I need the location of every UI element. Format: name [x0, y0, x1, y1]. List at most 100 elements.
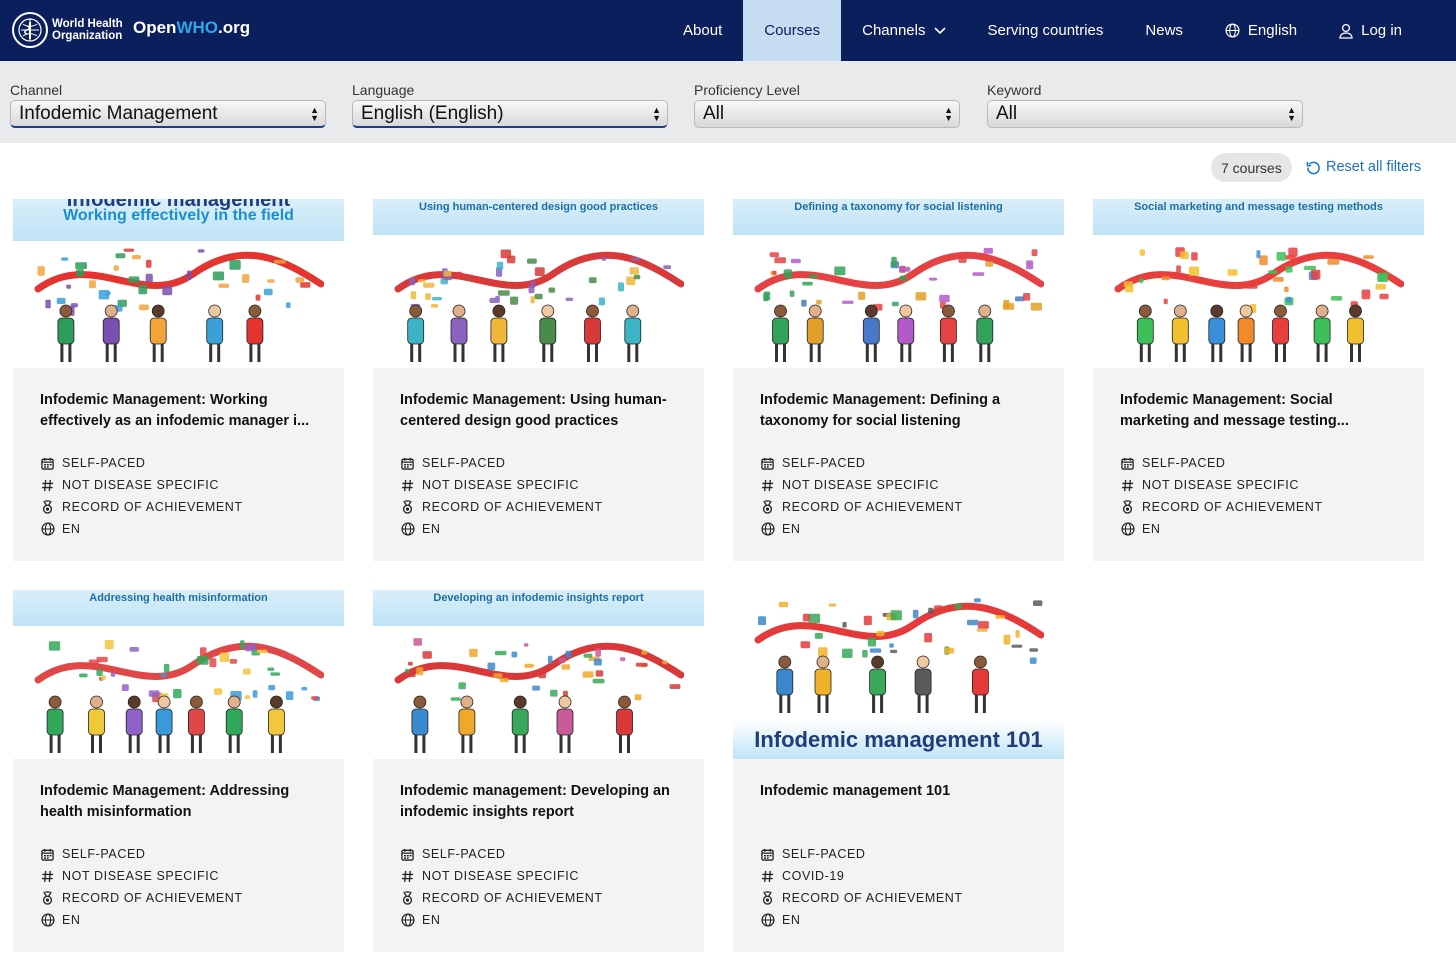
nav-about[interactable]: About: [662, 0, 743, 61]
brand-prefix: Open: [133, 18, 177, 37]
meta-award: RECORD OF ACHIEVEMENT: [40, 887, 243, 909]
meta-award: RECORD OF ACHIEVEMENT: [760, 496, 963, 518]
meta-language-text: EN: [1142, 522, 1161, 536]
filter-bar: Channel Infodemic Management ▲ ▼ Language…: [0, 61, 1456, 143]
meta-topic-text: NOT DISEASE SPECIFIC: [62, 869, 219, 883]
nav-login[interactable]: Log in: [1318, 0, 1456, 61]
keyword-filter-label: Keyword: [987, 82, 1042, 98]
language-filter-label: Language: [352, 82, 415, 98]
meta-award-text: RECORD OF ACHIEVEMENT: [422, 891, 603, 905]
chevron-down-icon: [933, 26, 946, 35]
meta-language-text: EN: [782, 522, 801, 536]
globe-icon: [760, 522, 775, 537]
meta-award: RECORD OF ACHIEVEMENT: [400, 496, 603, 518]
channel-select[interactable]: Infodemic Management ▲ ▼: [10, 100, 326, 128]
select-arrows-icon: ▲ ▼: [652, 104, 661, 123]
thumbnail-caption: Working effectively in the field: [63, 207, 294, 224]
who-logo[interactable]: World Health Organization: [12, 12, 123, 48]
globe-icon: [1120, 522, 1135, 537]
hash-icon: [400, 478, 415, 493]
meta-language: EN: [760, 518, 963, 540]
meta-pace: SELF-PACED: [400, 452, 603, 474]
meta-topic: NOT DISEASE SPECIFIC: [760, 474, 963, 496]
course-card-1[interactable]: Infodemic management Working effectively …: [13, 199, 344, 561]
course-card-2[interactable]: Using human-centered design good practic…: [373, 199, 704, 561]
proficiency-filter: Proficiency Level All ▲ ▼: [694, 82, 960, 128]
meta-topic: NOT DISEASE SPECIFIC: [400, 865, 603, 887]
course-meta: SELF-PACED NOT DISEASE SPECIFIC RECORD O…: [400, 843, 603, 931]
course-title[interactable]: Infodemic management: Developing an info…: [400, 781, 682, 823]
meta-topic: NOT DISEASE SPECIFIC: [400, 474, 603, 496]
nav-language-label: English: [1247, 22, 1298, 39]
calendar-icon: [400, 456, 415, 471]
hash-icon: [40, 869, 55, 884]
thumbnail-caption: Addressing health misinformation: [89, 592, 268, 604]
course-title[interactable]: Infodemic management 101: [760, 781, 1042, 802]
nav-news-label: News: [1145, 22, 1183, 39]
hash-icon: [400, 869, 415, 884]
course-meta: SELF-PACED COVID-19 RECORD OF ACHIEVEMEN…: [760, 843, 963, 931]
meta-award: RECORD OF ACHIEVEMENT: [760, 887, 963, 909]
reset-filters-label: Reset all filters: [1326, 159, 1422, 175]
main-nav: About Courses Channels Serving countries…: [662, 0, 1456, 61]
meta-topic: NOT DISEASE SPECIFIC: [40, 865, 243, 887]
meta-topic: NOT DISEASE SPECIFIC: [1120, 474, 1323, 496]
meta-language: EN: [400, 518, 603, 540]
globe-icon: [40, 913, 55, 928]
course-card-7[interactable]: Infodemic management 101 Infodemic manag…: [733, 590, 1064, 952]
hash-icon: [40, 478, 55, 493]
nav-channels-label: Channels: [862, 22, 926, 39]
meta-language: EN: [1120, 518, 1323, 540]
nav-news[interactable]: News: [1124, 0, 1204, 61]
course-title[interactable]: Infodemic Management: Working effectivel…: [40, 390, 322, 432]
meta-language-text: EN: [422, 913, 441, 927]
language-filter: Language English (English) ▲ ▼: [352, 82, 668, 128]
thumbnail-caption: Infodemic management 101: [754, 727, 1043, 752]
course-card-6[interactable]: Developing an infodemic insights report …: [373, 590, 704, 952]
meta-award: RECORD OF ACHIEVEMENT: [1120, 496, 1323, 518]
openwho-brand[interactable]: OpenWHO.org: [133, 18, 250, 38]
thumbnail-caption: Developing an infodemic insights report: [433, 592, 644, 604]
course-illustration: [754, 598, 1044, 713]
course-card-4[interactable]: Social marketing and message testing met…: [1093, 199, 1424, 561]
nav-language[interactable]: English: [1204, 0, 1318, 61]
calendar-icon: [760, 456, 775, 471]
course-card-5[interactable]: Addressing health misinformation Infodem…: [13, 590, 344, 952]
nav-serving-countries[interactable]: Serving countries: [967, 0, 1125, 61]
meta-award-text: RECORD OF ACHIEVEMENT: [782, 891, 963, 905]
meta-topic-text: NOT DISEASE SPECIFIC: [422, 869, 579, 883]
brand-suffix: .org: [218, 18, 251, 37]
calendar-icon: [1120, 456, 1135, 471]
course-title[interactable]: Infodemic Management: Using human-center…: [400, 390, 682, 432]
course-illustration: [1114, 247, 1404, 362]
channel-filter: Channel Infodemic Management ▲ ▼: [10, 82, 326, 128]
course-title[interactable]: Infodemic Management: Addressing health …: [40, 781, 322, 823]
nav-courses[interactable]: Courses: [743, 0, 842, 61]
course-thumbnail: Infodemic management 101: [733, 590, 1064, 759]
select-arrows-icon: ▲ ▼: [310, 104, 319, 123]
reset-filters-link[interactable]: Reset all filters: [1306, 159, 1421, 175]
course-thumbnail: Using human-centered design good practic…: [373, 199, 704, 368]
course-card-3[interactable]: Defining a taxonomy for social listening…: [733, 199, 1064, 561]
course-title[interactable]: Infodemic Management: Defining a taxonom…: [760, 390, 1042, 432]
channel-select-value: Infodemic Management: [19, 102, 218, 124]
meta-award: RECORD OF ACHIEVEMENT: [400, 887, 603, 909]
nav-courses-label: Courses: [764, 22, 821, 39]
meta-language: EN: [40, 909, 243, 931]
proficiency-select[interactable]: All ▲ ▼: [694, 100, 960, 128]
course-thumbnail: Defining a taxonomy for social listening: [733, 199, 1064, 368]
language-select[interactable]: English (English) ▲ ▼: [352, 100, 668, 128]
meta-topic-text: NOT DISEASE SPECIFIC: [62, 478, 219, 492]
course-meta: SELF-PACED NOT DISEASE SPECIFIC RECORD O…: [400, 452, 603, 540]
nav-channels[interactable]: Channels: [841, 0, 966, 61]
org-name-line1: World Health: [52, 18, 123, 30]
meta-language-text: EN: [62, 522, 81, 536]
meta-pace: SELF-PACED: [400, 843, 603, 865]
meta-language: EN: [760, 909, 963, 931]
keyword-select[interactable]: All ▲ ▼: [987, 100, 1303, 128]
course-title[interactable]: Infodemic Management: Social marketing a…: [1120, 390, 1402, 432]
brand-who: WHO: [176, 18, 218, 37]
course-thumbnail: Infodemic management Working effectively …: [13, 199, 344, 368]
meta-pace-text: SELF-PACED: [782, 456, 866, 470]
calendar-icon: [760, 847, 775, 862]
